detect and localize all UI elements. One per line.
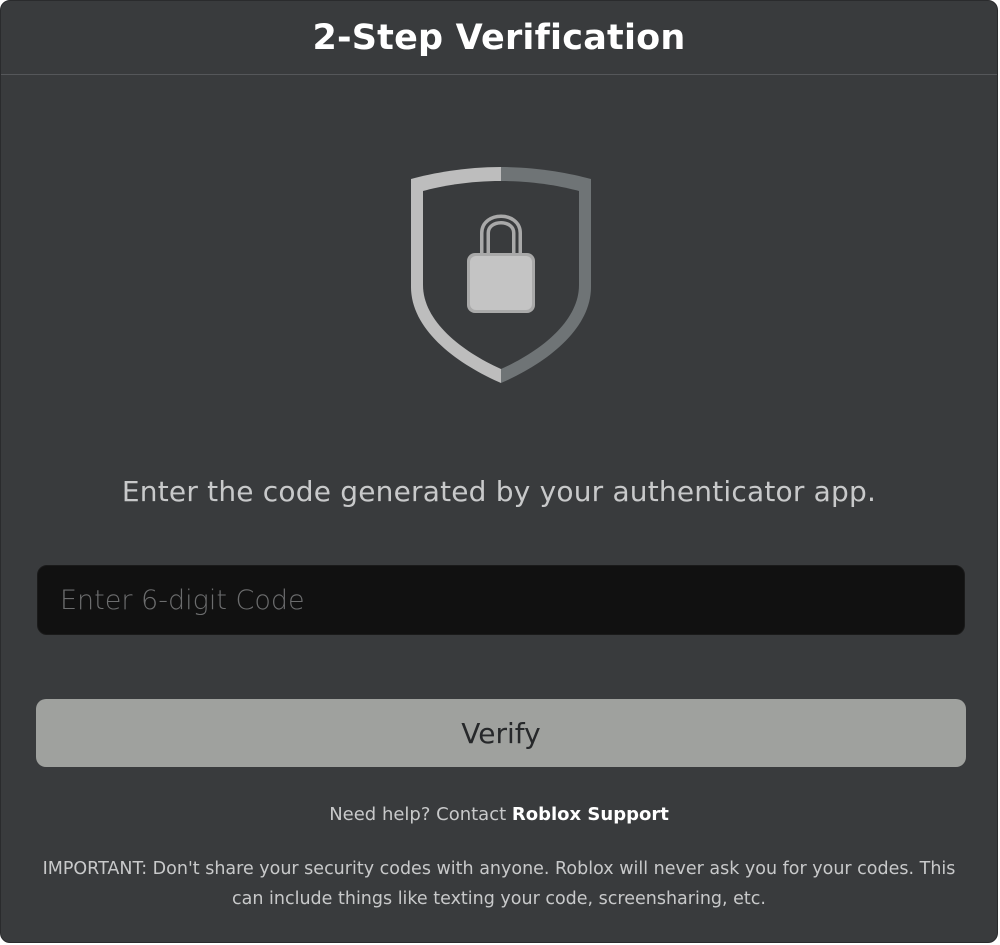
two-step-verification-modal: 2-Step Verification Enter the code gener… — [0, 0, 998, 943]
modal-title: 2-Step Verification — [312, 17, 686, 58]
instruction-text: Enter the code generated by your authent… — [121, 475, 877, 508]
help-text: Need help? Contact Roblox Support — [1, 804, 997, 825]
verify-button[interactable]: Verify — [36, 699, 966, 767]
roblox-support-link[interactable]: Roblox Support — [512, 804, 669, 825]
help-prefix: Need help? Contact — [329, 804, 512, 825]
modal-header: 2-Step Verification — [1, 1, 997, 75]
code-input[interactable] — [37, 565, 965, 635]
important-notice: IMPORTANT: Don't share your security cod… — [42, 859, 956, 909]
shield-lock-icon — [399, 159, 603, 389]
